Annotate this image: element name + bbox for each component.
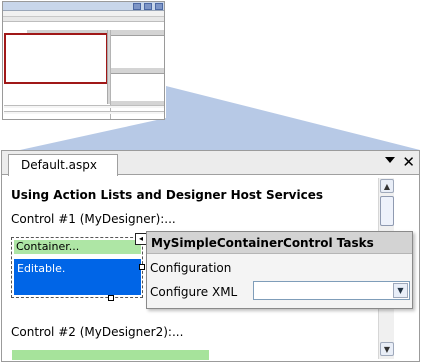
configure-xml-label: Configure XML: [150, 285, 238, 299]
scroll-up-icon[interactable]: ▲: [380, 179, 394, 193]
thumbnail-panel-header: [111, 30, 164, 36]
thumbnail-maximize-icon: [144, 3, 152, 10]
editable-region[interactable]: Editable.: [14, 259, 141, 295]
close-icon[interactable]: ✕: [402, 152, 415, 172]
control2-label: Control #2 (MyDesigner2):...: [11, 325, 184, 339]
tasks-panel-title: MySimpleContainerControl Tasks: [147, 232, 412, 254]
dropdown-triangle-icon[interactable]: [385, 157, 395, 163]
chevron-down-icon[interactable]: ▼: [393, 283, 408, 298]
thumbnail-statusbar: [4, 105, 164, 108]
configure-xml-dropdown[interactable]: ▼: [253, 281, 410, 300]
thumbnail-panel-header: [111, 68, 164, 74]
configuration-label: Configuration: [150, 261, 232, 275]
page-heading: Using Action Lists and Designer Host Ser…: [11, 188, 323, 202]
thumbnail-highlight-region: [4, 33, 108, 84]
thumbnail-preview: [2, 1, 165, 120]
resize-handle[interactable]: [139, 264, 145, 270]
thumbnail-tabbar: [3, 17, 164, 22]
thumbnail-close-icon: [155, 3, 163, 10]
control1-label: Control #1 (MyDesigner):...: [11, 212, 176, 226]
smart-tasks-panel: MySimpleContainerControl Tasks Configura…: [146, 231, 413, 309]
container-header[interactable]: Container...: [14, 240, 141, 254]
resize-handle[interactable]: [108, 295, 114, 301]
thumbnail-statusbar: [4, 111, 164, 114]
tab-default-aspx[interactable]: Default.aspx: [8, 154, 118, 176]
control2-header[interactable]: [12, 350, 209, 360]
scrollbar-thumb[interactable]: [380, 196, 394, 226]
scroll-down-icon[interactable]: ▼: [380, 342, 394, 356]
document-tabbar: Default.aspx ✕: [2, 151, 419, 176]
thumbnail-minimize-icon: [133, 3, 141, 10]
